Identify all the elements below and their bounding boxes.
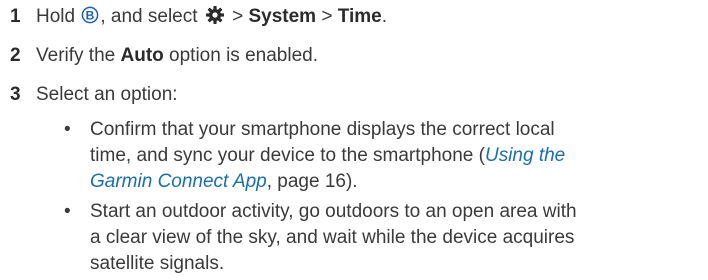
step-number: 1 bbox=[10, 6, 21, 27]
step-text-end: . bbox=[381, 6, 388, 27]
option-auto: Auto bbox=[120, 45, 164, 66]
bullet-line: Garmin Connect App, page 16). bbox=[90, 169, 690, 195]
step-number: 2 bbox=[10, 45, 21, 66]
bullet-item-outdoor: Start an outdoor activity, go outdoors t… bbox=[90, 199, 690, 277]
step-text: Verify the Auto option is enabled. bbox=[36, 43, 318, 69]
bullet-line: a clear view of the sky, and wait while … bbox=[90, 227, 575, 248]
step-text-pre: Hold bbox=[36, 6, 76, 27]
step-number: 3 bbox=[10, 84, 21, 105]
bullet-marker: • bbox=[64, 201, 71, 222]
bullet-line: time, and sync your device to the smartp… bbox=[90, 143, 690, 169]
instruction-document: 1 Hold B, and select > System > Time. 2 … bbox=[0, 0, 708, 280]
bullet-line: satellite signals. bbox=[90, 253, 225, 274]
step-text: Hold B , and select > System > Time. bbox=[36, 4, 387, 33]
separator: > bbox=[316, 6, 338, 27]
garmin-connect-link[interactable]: Using the bbox=[485, 145, 565, 166]
gear-icon bbox=[205, 5, 225, 33]
svg-text:B: B bbox=[86, 8, 95, 22]
step-text-pre: Verify the bbox=[36, 45, 121, 66]
step-text-mid: , and select bbox=[100, 6, 198, 27]
garmin-connect-link-cont[interactable]: Garmin Connect App bbox=[90, 171, 267, 192]
bullet-line-text: time, and sync your device to the smartp… bbox=[90, 145, 485, 166]
step-text-post: option is enabled. bbox=[163, 45, 318, 66]
b-button-icon: B bbox=[81, 5, 99, 33]
menu-time: Time bbox=[337, 6, 382, 27]
bullet-marker: • bbox=[64, 119, 71, 140]
bullet-line: Confirm that your smartphone displays th… bbox=[90, 119, 555, 140]
step-text: Select an option: bbox=[36, 84, 178, 105]
bullet-line: Start an outdoor activity, go outdoors t… bbox=[90, 201, 577, 222]
bullet-item-sync: Confirm that your smartphone displays th… bbox=[90, 117, 690, 195]
page-reference: , page 16). bbox=[266, 171, 358, 192]
menu-system: System bbox=[248, 6, 317, 27]
separator: > bbox=[226, 6, 249, 27]
